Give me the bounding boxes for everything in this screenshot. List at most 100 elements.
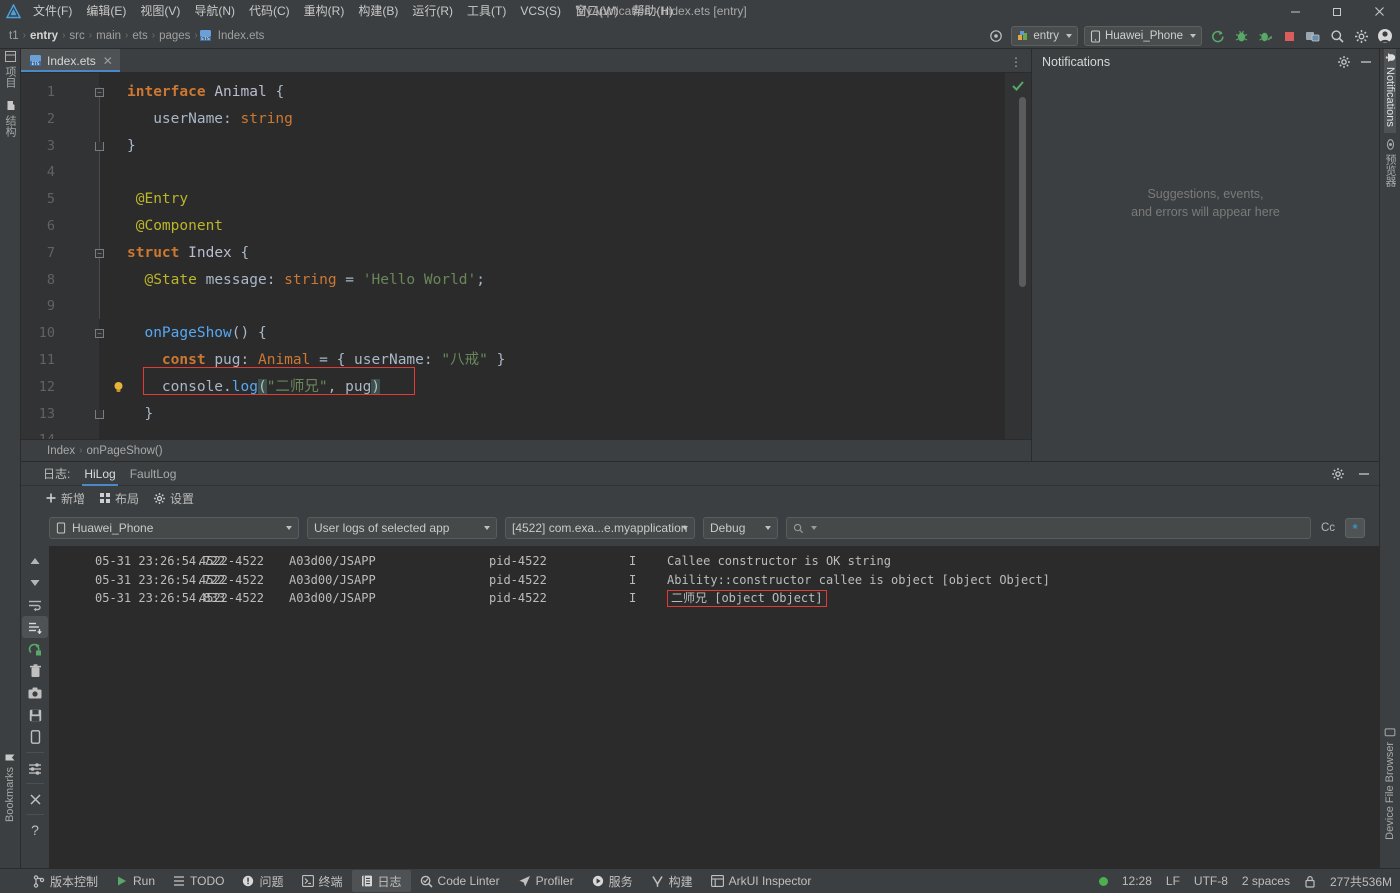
breadcrumb-item-entry[interactable]: entry: [27, 30, 61, 42]
editor-gutter[interactable]: 1− 2 3 4 5 6 7− 8 9 10− 11 12: [21, 73, 99, 439]
debug-button[interactable]: [1230, 25, 1252, 47]
log-action-settings[interactable]: 设置: [153, 490, 194, 507]
gear-icon[interactable]: [1337, 55, 1351, 69]
editor-inspection-gutter[interactable]: [1005, 73, 1031, 439]
menu-refactor[interactable]: 重构(R): [297, 0, 352, 23]
rail-tab-bookmarks[interactable]: Bookmarks: [4, 746, 16, 828]
minimize-icon[interactable]: [1357, 467, 1371, 481]
maximize-button[interactable]: [1316, 0, 1358, 23]
search-icon[interactable]: [1326, 25, 1348, 47]
breadcrumb-item-t1[interactable]: t1: [6, 30, 22, 42]
log-process-selector[interactable]: [4522] com.exa...e.myapplication: [505, 517, 695, 539]
avatar[interactable]: [1374, 25, 1396, 47]
settings-sliders-icon[interactable]: [22, 757, 48, 779]
editor-breadcrumb-item-index[interactable]: Index: [47, 445, 75, 457]
soft-wrap-icon[interactable]: [22, 594, 48, 616]
statusbar-tool-label: 构建: [669, 873, 693, 890]
menu-code[interactable]: 代码(C): [242, 0, 297, 23]
menu-view[interactable]: 视图(V): [133, 0, 187, 23]
gear-icon[interactable]: [1331, 467, 1345, 481]
statusbar-tool-services[interactable]: 服务: [583, 870, 642, 892]
scroll-down-icon[interactable]: [22, 572, 48, 594]
camera-icon[interactable]: [22, 682, 48, 704]
menu-run[interactable]: 运行(R): [405, 0, 460, 23]
log-row[interactable]: 05-31 23:26:54.722 4522-4522 A03d00/JSAP…: [49, 552, 1379, 571]
log-rows[interactable]: 05-31 23:26:54.722 4522-4522 A03d00/JSAP…: [49, 546, 1379, 868]
save-icon[interactable]: [22, 704, 48, 726]
chevron-down-icon[interactable]: [811, 526, 817, 530]
device-manager-icon[interactable]: [1302, 25, 1324, 47]
trash-icon[interactable]: [22, 660, 48, 682]
rail-tab-device-file-browser[interactable]: Device File Browser: [1384, 721, 1396, 846]
breadcrumb-item-main[interactable]: main: [93, 30, 124, 42]
log-level-selector[interactable]: Debug: [703, 517, 778, 539]
statusbar-tool-run[interactable]: Run: [107, 870, 164, 892]
scroll-up-icon[interactable]: [22, 550, 48, 572]
log-device-selector[interactable]: Huawei_Phone: [49, 517, 299, 539]
minimize-icon[interactable]: [1359, 55, 1373, 69]
menu-edit[interactable]: 编辑(E): [79, 0, 133, 23]
log-search-input[interactable]: [786, 517, 1311, 539]
statusbar-tool-code-linter[interactable]: Code Linter: [411, 870, 509, 892]
statusbar-tool-problems[interactable]: 问题: [233, 870, 292, 892]
minimize-button[interactable]: [1274, 0, 1316, 23]
breadcrumb-item-src[interactable]: src: [66, 30, 87, 42]
close-button[interactable]: [1358, 0, 1400, 23]
device-selector[interactable]: Huawei_Phone: [1084, 26, 1202, 46]
run-button[interactable]: [1206, 25, 1228, 47]
menu-vcs[interactable]: VCS(S): [513, 0, 568, 23]
restart-icon[interactable]: [22, 638, 48, 660]
rail-tab-structure[interactable]: 结构: [2, 94, 18, 143]
menu-navigate[interactable]: 导航(N): [187, 0, 242, 23]
menu-build[interactable]: 构建(B): [351, 0, 405, 23]
statusbar-tool-log[interactable]: 日志: [352, 870, 411, 892]
rail-tab-notifications[interactable]: Notifications: [1384, 49, 1396, 133]
inspection-ok-icon[interactable]: [1011, 79, 1025, 93]
breadcrumb-item-pages[interactable]: pages: [156, 30, 193, 42]
log-tab-hilog[interactable]: HiLog: [84, 462, 115, 486]
caret-position[interactable]: 12:28: [1122, 874, 1152, 888]
log-tab-faultlog[interactable]: FaultLog: [130, 462, 177, 486]
log-row[interactable]: 05-31 23:26:54.722 4522-4522 A03d00/JSAP…: [49, 571, 1379, 590]
module-selector[interactable]: entry: [1011, 26, 1078, 46]
close-icon[interactable]: ✕: [103, 54, 113, 68]
target-icon[interactable]: [985, 25, 1007, 47]
menu-tools[interactable]: 工具(T): [460, 0, 513, 23]
breadcrumb-item-index-ets[interactable]: Index.ets: [215, 30, 268, 42]
file-encoding[interactable]: UTF-8: [1194, 874, 1228, 888]
code-editor[interactable]: 1− 2 3 4 5 6 7− 8 9 10− 11 12: [21, 73, 1031, 439]
statusbar-tool-version-control[interactable]: 版本控制: [24, 870, 107, 892]
code-text[interactable]: interface Animal { userName: string } @E…: [99, 73, 1005, 439]
editor-vertical-scrollbar[interactable]: [1019, 97, 1026, 287]
log-scope-selector[interactable]: User logs of selected app: [307, 517, 497, 539]
log-level-selector-label: Debug: [710, 521, 745, 535]
profile-button[interactable]: [1254, 25, 1276, 47]
rail-tab-previewer[interactable]: 预览器: [1382, 133, 1398, 193]
regex-toggle[interactable]: *: [1345, 518, 1365, 538]
help-icon[interactable]: ?: [22, 819, 48, 841]
editor-breadcrumb-item-onpageshow[interactable]: onPageShow(): [86, 445, 162, 457]
log-action-layout[interactable]: 布局: [99, 490, 139, 507]
log-row[interactable]: 05-31 23:26:54.833 4522-4522 A03d00/JSAP…: [49, 589, 1379, 608]
statusbar-tool-todo[interactable]: TODO: [164, 870, 233, 892]
menu-file[interactable]: 文件(F): [26, 0, 79, 23]
device-icon[interactable]: [22, 726, 48, 748]
statusbar-tool-arkui-inspector[interactable]: ArkUI Inspector: [702, 870, 821, 892]
line-separator[interactable]: LF: [1166, 874, 1180, 888]
scroll-to-end-icon[interactable]: [22, 616, 48, 638]
statusbar-tool-build[interactable]: 构建: [642, 870, 702, 892]
editor-tab-index-ets[interactable]: ETS Index.ets ✕: [21, 49, 120, 72]
statusbar-tool-profiler[interactable]: Profiler: [509, 870, 583, 892]
statusbar-tool-terminal[interactable]: 终端: [293, 870, 352, 892]
close-icon[interactable]: [22, 788, 48, 810]
rail-tab-project[interactable]: 项目: [2, 49, 18, 94]
match-case-toggle[interactable]: Cc: [1319, 522, 1337, 534]
memory-indicator[interactable]: 277共536M: [1330, 873, 1392, 890]
log-action-add[interactable]: 新增: [45, 490, 85, 507]
stop-button[interactable]: [1278, 25, 1300, 47]
editor-tab-more-menu-icon[interactable]: ⋮: [1010, 49, 1023, 74]
gear-icon[interactable]: [1350, 25, 1372, 47]
indent-setting[interactable]: 2 spaces: [1242, 874, 1290, 888]
lock-icon[interactable]: [1304, 875, 1316, 888]
breadcrumb-item-ets[interactable]: ets: [129, 30, 150, 42]
